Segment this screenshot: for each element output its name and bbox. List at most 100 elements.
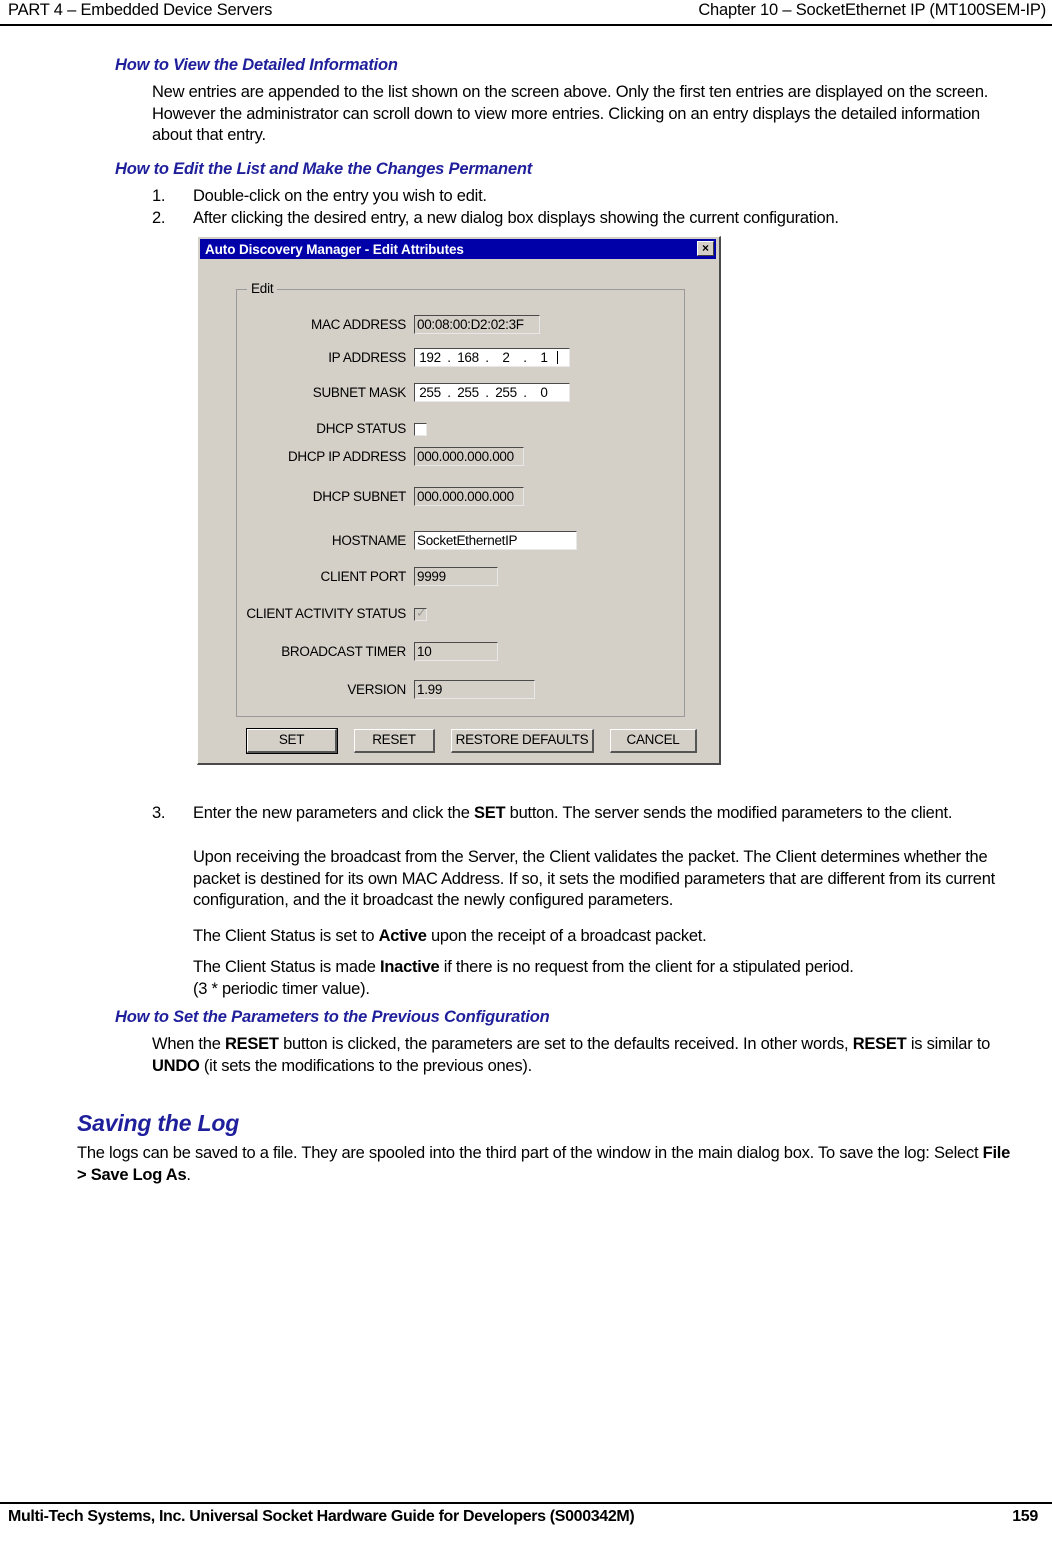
edit-attributes-dialog[interactable]: Auto Discovery Manager - Edit Attributes… xyxy=(197,236,721,765)
mask-dot: . xyxy=(485,385,489,400)
dialog-title: Auto Discovery Manager - Edit Attributes xyxy=(205,241,464,257)
checkmark-icon: ✓ xyxy=(416,605,427,620)
label-dhcp-status: DHCP STATUS xyxy=(316,421,406,436)
ip-dot: . xyxy=(485,350,489,365)
field-row-hostname: HOSTNAME SocketEthernetIP xyxy=(236,531,685,555)
list-item-number: 2. xyxy=(152,209,166,227)
input-mac-address: 00:08:00:D2:02:3F xyxy=(414,315,540,334)
paragraph-broadcast-validation: Upon receiving the broadcast from the Se… xyxy=(193,848,995,909)
label-broadcast-timer: BROADCAST TIMER xyxy=(281,644,406,659)
field-row-subnet-mask: SUBNET MASK 255 . 255 . 255 . 0 xyxy=(236,383,685,407)
reset-text-a: When the xyxy=(152,1035,225,1053)
reset-bold-2: RESET xyxy=(852,1035,907,1053)
input-ip-address[interactable]: 192 . 168 . 2 . 1 xyxy=(414,348,570,367)
field-row-ip-address: IP ADDRESS 192 . 168 . 2 . 1 xyxy=(236,348,685,372)
page-header: PART 4 – Embedded Device Servers Chapter… xyxy=(0,0,1052,25)
ip-octet-3: 2 xyxy=(502,350,510,365)
reset-text-b: button is clicked, the parameters are se… xyxy=(278,1035,853,1053)
ip-dot: . xyxy=(447,350,451,365)
header-right-text: Chapter 10 – SocketEthernet IP (MT100SEM… xyxy=(698,1,1046,19)
heading-how-to-view-detailed-information: How to View the Detailed Information xyxy=(115,56,398,74)
saving-log-text-a: The logs can be saved to a file. They ar… xyxy=(77,1144,983,1162)
field-row-mac-address: MAC ADDRESS 00:08:00:D2:02:3F xyxy=(236,315,685,339)
active-bold: Active xyxy=(378,927,427,945)
paragraph-reset-button: When the RESET button is clicked, the pa… xyxy=(152,1034,1020,1077)
list-item-text: Double-click on the entry you wish to ed… xyxy=(193,187,487,205)
reset-text-d: (it sets the modifications to the previo… xyxy=(199,1056,532,1075)
reset-button[interactable]: RESET xyxy=(354,729,435,753)
checkbox-client-activity-status: ✓ xyxy=(414,605,427,621)
field-row-client-activity-status: CLIENT ACTIVITY STATUS ✓ xyxy=(236,604,685,628)
heading-saving-the-log: Saving the Log xyxy=(77,1110,240,1136)
label-mac-address: MAC ADDRESS xyxy=(311,317,406,332)
header-divider xyxy=(0,24,1052,26)
label-client-port: CLIENT PORT xyxy=(320,569,407,584)
label-dhcp-subnet: DHCP SUBNET xyxy=(312,489,407,504)
groupbox-label: Edit xyxy=(247,281,278,296)
reset-bold-1: RESET xyxy=(224,1035,279,1053)
mask-dot: . xyxy=(447,385,451,400)
heading-how-to-edit-the-list: How to Edit the List and Make the Change… xyxy=(115,160,533,178)
input-version: 1.99 xyxy=(414,680,535,699)
list-item-number: 1. xyxy=(152,187,166,205)
label-ip-address: IP ADDRESS xyxy=(328,350,406,365)
active-text-b: upon the receipt of a broadcast packet. xyxy=(426,927,707,945)
step3-text-a: Enter the new parameters and click the xyxy=(193,804,474,822)
paragraph-view-detailed-information: New entries are appended to the list sho… xyxy=(152,83,989,144)
inactive-line-2: (3 * periodic timer value). xyxy=(193,979,370,998)
checkbox-dhcp-status[interactable] xyxy=(414,423,427,436)
heading-how-to-set-parameters-previous-configuration: How to Set the Parameters to the Previou… xyxy=(115,1008,550,1026)
field-row-version: VERSION 1.99 xyxy=(236,680,685,704)
ip-octet-2: 168 xyxy=(457,350,479,365)
input-dhcp-subnet: 000.000.000.000 xyxy=(414,487,524,506)
input-subnet-mask[interactable]: 255 . 255 . 255 . 0 xyxy=(414,383,570,402)
inactive-bold: Inactive xyxy=(380,958,440,976)
mask-dot: . xyxy=(523,385,527,400)
step3-text-b: button. The server sends the modified pa… xyxy=(505,804,953,822)
step3-set-bold: SET xyxy=(473,804,506,822)
active-text-a: The Client Status is set to xyxy=(193,927,379,945)
set-button[interactable]: SET xyxy=(246,728,338,754)
field-row-dhcp-ip-address: DHCP IP ADDRESS 000.000.000.000 xyxy=(236,447,685,471)
label-client-activity-status: CLIENT ACTIVITY STATUS xyxy=(246,606,406,621)
footer-text: Multi-Tech Systems, Inc. Universal Socke… xyxy=(8,1508,635,1525)
ip-octet-4: 1 xyxy=(540,350,548,365)
list-item-text: After clicking the desired entry, a new … xyxy=(193,209,839,227)
list-item: 1. Double-click on the entry you wish to… xyxy=(152,186,1020,208)
inactive-text-b: if there is no request from the client f… xyxy=(439,958,854,976)
field-row-client-port: CLIENT PORT 9999 xyxy=(236,567,685,591)
paragraph-client-status-active: The Client Status is set to Active upon … xyxy=(193,926,1020,948)
undo-bold: UNDO xyxy=(152,1056,200,1075)
header-left-text: PART 4 – Embedded Device Servers xyxy=(8,1,273,19)
label-hostname: HOSTNAME xyxy=(331,533,406,548)
paragraph-client-status-inactive: The Client Status is made Inactive if th… xyxy=(193,957,1020,1000)
list-item: 3. Enter the new parameters and click th… xyxy=(152,803,1020,825)
label-subnet-mask: SUBNET MASK xyxy=(312,385,407,400)
list-item: 2. After clicking the desired entry, a n… xyxy=(152,208,1020,230)
mask-octet-2: 255 xyxy=(457,385,479,400)
close-icon[interactable]: × xyxy=(697,241,714,256)
field-row-dhcp-subnet: DHCP SUBNET 000.000.000.000 xyxy=(236,487,685,511)
label-dhcp-ip-address: DHCP IP ADDRESS xyxy=(287,449,406,464)
list-item-number: 3. xyxy=(152,804,166,822)
reset-text-c: is similar to xyxy=(906,1035,991,1053)
list-item-text: Enter the new parameters and click the S… xyxy=(193,803,1020,825)
ip-octet-1: 192 xyxy=(419,350,441,365)
ip-dot: . xyxy=(523,350,527,365)
input-broadcast-timer: 10 xyxy=(414,642,498,661)
text-caret xyxy=(557,351,558,364)
input-client-port: 9999 xyxy=(414,567,498,586)
restore-defaults-button[interactable]: RESTORE DEFAULTS xyxy=(451,729,594,753)
mask-octet-1: 255 xyxy=(419,385,441,400)
dialog-titlebar[interactable]: Auto Discovery Manager - Edit Attributes… xyxy=(200,239,716,259)
footer-divider xyxy=(0,1502,1052,1504)
dialog-button-row: SET RESET RESTORE DEFAULTS CANCEL xyxy=(198,728,722,755)
label-version: VERSION xyxy=(347,682,406,697)
input-dhcp-ip-address: 000.000.000.000 xyxy=(414,447,524,466)
page-number: 159 xyxy=(1012,1508,1038,1525)
paragraph-saving-the-log: The logs can be saved to a file. They ar… xyxy=(77,1143,1020,1186)
cancel-button[interactable]: CANCEL xyxy=(610,729,697,753)
mask-octet-3: 255 xyxy=(495,385,517,400)
input-hostname[interactable]: SocketEthernetIP xyxy=(414,531,577,550)
saving-log-text-b: . xyxy=(186,1165,191,1184)
